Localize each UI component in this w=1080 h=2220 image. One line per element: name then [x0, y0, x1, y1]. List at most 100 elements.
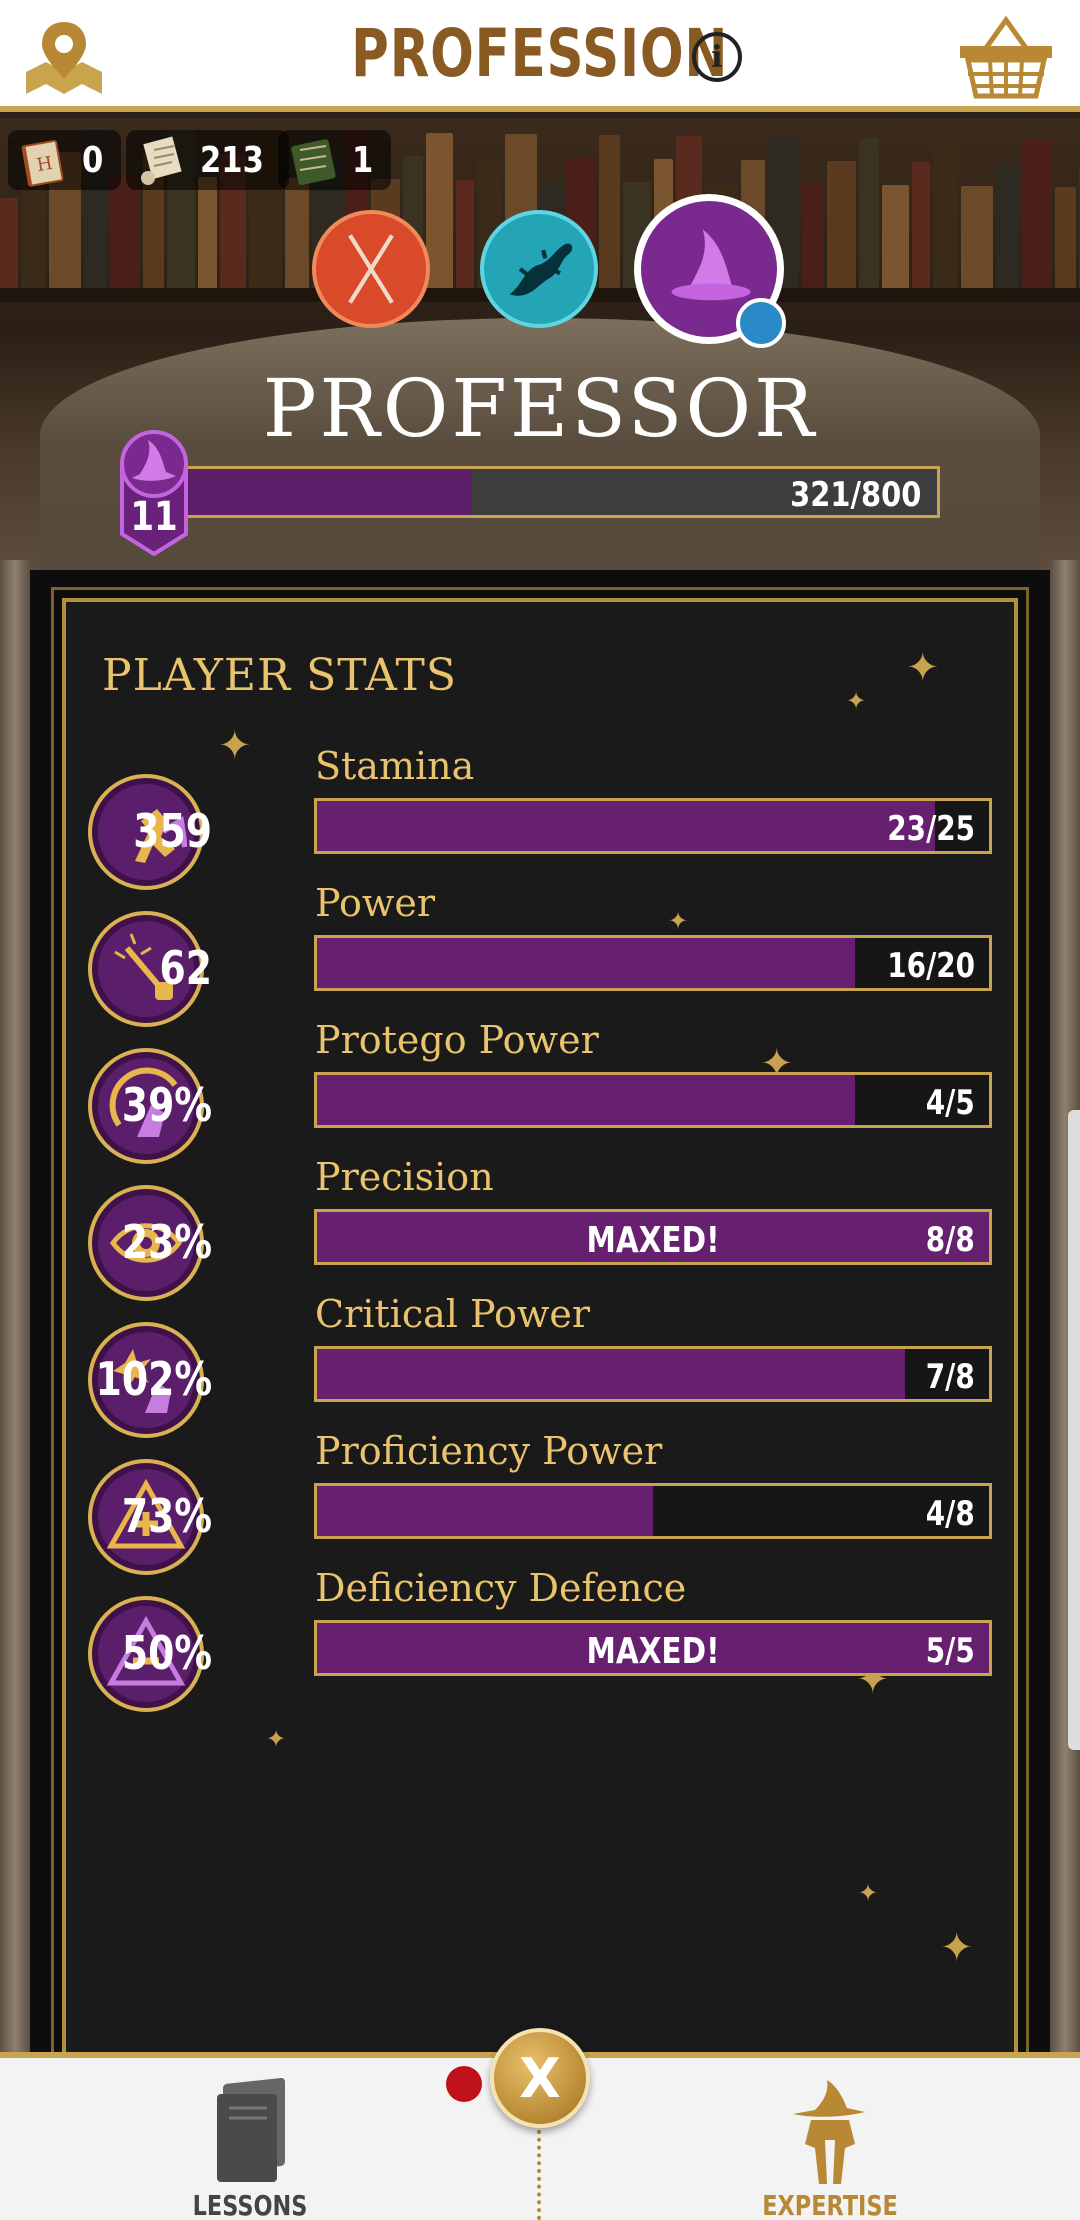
stat-name: Precision	[315, 1155, 494, 1199]
stat-progress-bar: 16/20	[314, 935, 992, 991]
wizard-silhouette-icon	[793, 2080, 865, 2184]
salamander-icon	[509, 243, 573, 296]
book-spine	[912, 162, 930, 288]
currency-spell-book: H 0	[8, 130, 122, 190]
currency-scroll: 213	[126, 130, 290, 190]
book-spine	[1022, 140, 1052, 288]
currency-restricted-book: 1	[278, 130, 392, 190]
stat-value: 23%	[121, 1215, 212, 1269]
frame-pillar-left	[0, 560, 30, 2060]
stat-row[interactable]: 62 Power 16/20	[88, 881, 1000, 1027]
scroll-icon	[141, 136, 182, 185]
stat-row[interactable]: 102% Critical Power 7/8	[88, 1292, 1000, 1438]
nav-lessons[interactable]: LESSONS	[150, 2077, 350, 2220]
book-spine	[0, 198, 18, 288]
spell-book-icon: H	[21, 139, 64, 187]
stat-value: 359	[133, 804, 212, 858]
info-glyph: i	[711, 39, 723, 75]
xp-progress-fill	[161, 469, 473, 515]
stat-value: 62	[159, 941, 212, 995]
stat-count: 4/8	[926, 1494, 975, 1534]
stat-progress-bar: MAXED! 5/5	[314, 1620, 992, 1676]
stat-value: 102%	[95, 1352, 212, 1406]
stat-count: 5/5	[926, 1631, 975, 1671]
stat-value: 39%	[121, 1078, 212, 1132]
book-spine	[882, 185, 909, 288]
edge-scroll-handle[interactable]	[1068, 1110, 1080, 1750]
stat-maxed-label: MAXED!	[586, 1631, 720, 1672]
stat-progress-fill	[317, 1075, 855, 1125]
stat-progress-fill	[317, 938, 855, 988]
stat-count: 16/20	[887, 946, 975, 986]
stat-value: 73%	[121, 1489, 212, 1543]
sparkle-decoration: ✦	[266, 1726, 287, 1753]
stat-row[interactable]: 359 Stamina 23/25	[88, 744, 1000, 890]
book-spine	[21, 175, 46, 288]
book-spine	[285, 178, 309, 288]
sparkle-decoration: ✦	[906, 646, 940, 690]
page-title: PROFESSION	[351, 14, 729, 92]
close-button[interactable]: X	[490, 2028, 590, 2128]
book-spine	[996, 163, 1019, 288]
stat-progress-fill	[317, 1486, 653, 1536]
sparkle-decoration: ✦	[940, 1926, 974, 1970]
nav-lessons-label: LESSONS	[192, 2189, 308, 2220]
header-bar: PROFESSION i	[0, 0, 1080, 112]
level-number: 11	[130, 494, 178, 540]
stat-row[interactable]: 23% Precision MAXED! 8/8	[88, 1155, 1000, 1301]
profession-auror-button[interactable]	[312, 210, 430, 328]
book-spine	[933, 139, 958, 288]
book-spine	[456, 180, 474, 288]
stat-name: Stamina	[315, 744, 475, 788]
book-spine	[599, 135, 620, 288]
crossed-wands-icon	[348, 234, 394, 304]
sparkle-decoration: ✦	[846, 688, 867, 715]
stat-row[interactable]: 50% Deficiency Defence MAXED! 5/5	[88, 1566, 1000, 1712]
player-stats-title: PLAYER STATS	[102, 650, 458, 701]
sparkle-decoration: ✦	[858, 1880, 879, 1907]
stat-progress-bar: 23/25	[314, 798, 992, 854]
info-icon[interactable]: i	[692, 32, 742, 82]
stat-progress-bar: 4/5	[314, 1072, 992, 1128]
nav-expertise[interactable]: EXPERTISE	[730, 2078, 930, 2220]
profession-magizoologist-button[interactable]	[480, 210, 598, 328]
stat-progress-fill	[317, 801, 936, 851]
stat-count: 23/25	[887, 809, 975, 849]
book-spine	[859, 138, 879, 288]
stat-name: Critical Power	[315, 1292, 591, 1336]
book-spine	[1055, 187, 1076, 288]
stat-progress-bar: MAXED! 8/8	[314, 1209, 992, 1265]
stat-row[interactable]: 73% Proficiency Power 4/8	[88, 1429, 1000, 1575]
basket-icon[interactable]	[956, 16, 1056, 100]
stat-value: 50%	[121, 1626, 212, 1680]
stat-count: 7/8	[926, 1357, 975, 1397]
stat-name: Deficiency Defence	[315, 1566, 687, 1610]
book-icon	[217, 2077, 285, 2182]
nav-divider-dotted	[537, 2130, 541, 2220]
map-pin-icon[interactable]	[22, 18, 106, 98]
wizard-badge-icon	[736, 298, 786, 348]
book-spine	[110, 176, 140, 288]
stat-count: 8/8	[926, 1220, 975, 1260]
book-spine	[802, 184, 824, 288]
stat-row[interactable]: 39% Protego Power 4/5	[88, 1018, 1000, 1164]
xp-progress-text: 321/800	[789, 475, 921, 515]
restricted-book-icon	[291, 139, 336, 186]
close-button-label: X	[519, 2046, 561, 2110]
stat-maxed-label: MAXED!	[586, 1220, 720, 1261]
currency-scroll-value: 213	[200, 139, 264, 181]
currency-restricted-book-value: 1	[352, 139, 374, 181]
book-spine	[827, 161, 856, 288]
book-spine	[426, 133, 453, 288]
book-spine	[198, 177, 217, 288]
stat-name: Proficiency Power	[315, 1429, 663, 1473]
stat-name: Protego Power	[315, 1018, 599, 1062]
stat-count: 4/5	[926, 1083, 975, 1123]
nav-expertise-label: EXPERTISE	[762, 2189, 898, 2220]
stat-name: Power	[315, 881, 436, 925]
stat-progress-bar: 4/8	[314, 1483, 992, 1539]
book-spine	[961, 186, 993, 288]
xp-progress-bar: 321/800	[158, 466, 940, 518]
stat-progress-bar: 7/8	[314, 1346, 992, 1402]
notification-dot	[446, 2066, 482, 2102]
